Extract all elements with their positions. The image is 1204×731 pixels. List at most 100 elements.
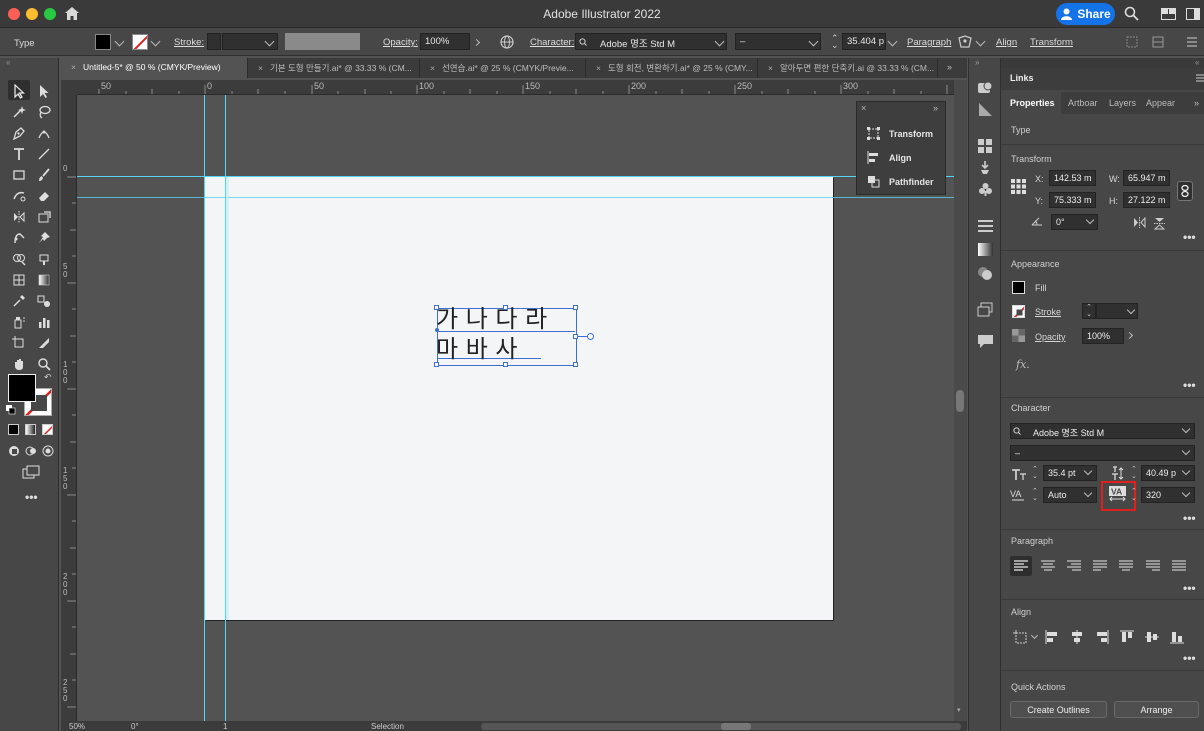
edit-toolbar-icon[interactable]: ••• — [25, 490, 38, 504]
arrange-button[interactable]: Arrange — [1114, 701, 1199, 718]
zoom-level[interactable]: 50% — [69, 722, 85, 731]
paragraph-link[interactable]: Paragraph — [907, 37, 951, 48]
artboard-number[interactable]: 1 — [223, 722, 227, 731]
fill-dropdown-icon[interactable] — [114, 36, 125, 47]
appearance-opacity-field[interactable]: 100% — [1082, 328, 1124, 344]
isolate-icon[interactable] — [1126, 36, 1138, 48]
justify-center-icon[interactable] — [1119, 560, 1133, 572]
bbox-handle[interactable] — [573, 305, 578, 310]
arrange-documents-icon[interactable] — [1152, 36, 1164, 48]
align-left-icon[interactable] — [1014, 560, 1028, 572]
magic-wand-tool-icon[interactable] — [9, 103, 29, 121]
vertical-align-top-icon[interactable] — [1120, 630, 1134, 644]
text-anchor-point[interactable] — [435, 328, 439, 332]
vertical-ruler[interactable]: 0 5 0 1 0 0 1 5 0 2 0 0 2 5 0 — [61, 95, 77, 721]
close-tab-icon[interactable]: × — [258, 63, 263, 73]
stroke-swatch[interactable] — [132, 34, 148, 50]
line-segment-tool-icon[interactable] — [34, 145, 54, 163]
text-line-2[interactable]: 마 바 사 — [436, 335, 518, 363]
align-right-icon[interactable] — [1067, 560, 1081, 572]
appearance-more-options-icon[interactable]: ••• — [1183, 378, 1196, 392]
tab-appearance[interactable]: Appear — [1146, 98, 1193, 108]
artboard[interactable] — [205, 177, 833, 620]
artboard-tool-icon[interactable] — [9, 334, 29, 352]
search-icon[interactable] — [1124, 6, 1139, 21]
symbols-icon[interactable] — [977, 182, 994, 197]
stroke-dropdown-icon[interactable] — [150, 36, 161, 47]
live-paint-tool-icon[interactable] — [34, 250, 54, 268]
panels-icon[interactable] — [1186, 8, 1200, 20]
stroke-label[interactable]: Stroke: — [174, 37, 204, 48]
swap-colors-icon[interactable]: ↶ — [44, 372, 52, 383]
shape-builder-tool-icon[interactable] — [9, 250, 29, 268]
gradient-tool-icon[interactable] — [34, 271, 54, 289]
scroll-down-icon[interactable]: ▾ — [957, 706, 961, 714]
links-tab[interactable]: Links — [1010, 73, 1034, 83]
variable-width-profile[interactable] — [285, 33, 360, 50]
font-size-stepper-icon[interactable]: ⌃ ⌄ — [831, 34, 839, 50]
free-transform-tool-icon[interactable] — [34, 208, 54, 226]
stroke-panel-icon[interactable] — [977, 218, 994, 233]
justify-left-icon[interactable] — [1093, 560, 1107, 572]
tab-artboards[interactable]: Artboar — [1068, 98, 1098, 108]
height-field[interactable]: 27.122 m — [1123, 192, 1170, 208]
vertical-align-center-icon[interactable] — [1145, 630, 1159, 644]
artboards-panel-icon[interactable] — [977, 302, 994, 317]
panel-transform-button[interactable]: Transform — [867, 127, 933, 140]
horizontal-scrollbar[interactable] — [481, 723, 961, 730]
hscroll-thumb[interactable] — [721, 723, 751, 730]
direct-selection-tool-icon[interactable] — [34, 82, 54, 100]
opacity-arrow-icon[interactable] — [472, 38, 481, 47]
vertical-align-bottom-icon[interactable] — [1170, 630, 1184, 644]
justify-all-icon[interactable] — [1172, 560, 1186, 572]
paintbrush-tool-icon[interactable] — [34, 166, 54, 184]
width-field[interactable]: 65.947 m — [1123, 170, 1170, 186]
close-tab-icon[interactable]: × — [596, 63, 601, 73]
kerning-stepper[interactable]: ⌃ ⌄ — [1032, 488, 1038, 502]
toolbar-collapse-icon[interactable]: « — [6, 58, 10, 67]
panel-font-family-field[interactable]: Adobe 명조 Std M — [1010, 423, 1195, 439]
reflect-tool-icon[interactable] — [9, 208, 29, 226]
symbol-sprayer-tool-icon[interactable] — [9, 313, 29, 331]
more-tabs-icon[interactable]: » — [947, 62, 952, 72]
links-menu-icon[interactable] — [1196, 74, 1204, 83]
stroke-weight-stepper[interactable]: ⌃ ⌄ — [1082, 303, 1096, 319]
effects-fx-button[interactable]: fx. — [1016, 358, 1030, 371]
transform-link[interactable]: Transform — [1030, 37, 1073, 48]
puppet-warp-tool-icon[interactable] — [9, 229, 29, 247]
font-size-dropdown-icon[interactable] — [887, 36, 898, 47]
panel-align-button[interactable]: Align — [867, 151, 912, 164]
vertical-scrollbar[interactable]: ▾ — [954, 80, 967, 721]
guide-horizontal[interactable] — [77, 176, 954, 177]
color-guide-icon[interactable] — [977, 102, 994, 117]
control-bar-menu-icon[interactable] — [1186, 36, 1198, 48]
brushes-icon[interactable] — [977, 160, 994, 175]
none-mode-icon[interactable] — [42, 424, 53, 435]
leading-stepper[interactable]: ⌃ ⌄ — [1131, 466, 1137, 480]
x-field[interactable]: 142.53 m — [1049, 170, 1096, 186]
draw-behind-icon[interactable] — [25, 445, 37, 457]
align-more-options-icon[interactable]: ••• — [1183, 651, 1196, 665]
text-line-1[interactable]: 가 나 다 라 — [436, 305, 547, 333]
text-threading-handle[interactable] — [587, 333, 594, 340]
flip-vertical-icon[interactable] — [1154, 217, 1165, 230]
opacity-label[interactable]: Opacity: — [383, 37, 418, 48]
bbox-handle[interactable] — [503, 305, 508, 310]
align-center-icon[interactable] — [1041, 560, 1055, 572]
hand-tool-icon[interactable] — [9, 355, 29, 373]
default-colors-icon[interactable] — [6, 405, 16, 415]
font-family-field[interactable]: Adobe 명조 Std M — [575, 33, 727, 50]
fill-swatch[interactable] — [95, 34, 111, 50]
ruler-origin[interactable] — [61, 80, 77, 95]
paragraph-more-options-icon[interactable]: ••• — [1183, 581, 1196, 595]
horizontal-align-right-icon[interactable] — [1095, 630, 1109, 644]
constrain-proportions-button[interactable] — [1177, 181, 1193, 201]
pen-tool-icon[interactable] — [9, 124, 29, 142]
more-tabs-icon[interactable]: » — [1194, 98, 1199, 108]
tab-layers[interactable]: Layers — [1109, 98, 1136, 108]
tab-shortcuts[interactable]: × 알아두면 편한 단축키.ai @ 33.33 % (CM... — [758, 58, 938, 78]
align-to-dropdown-icon[interactable] — [1030, 631, 1039, 640]
align-link[interactable]: Align — [996, 37, 1017, 48]
horizontal-align-center-icon[interactable] — [1070, 630, 1084, 644]
panel-collapse-icon[interactable]: « — [1195, 58, 1199, 67]
